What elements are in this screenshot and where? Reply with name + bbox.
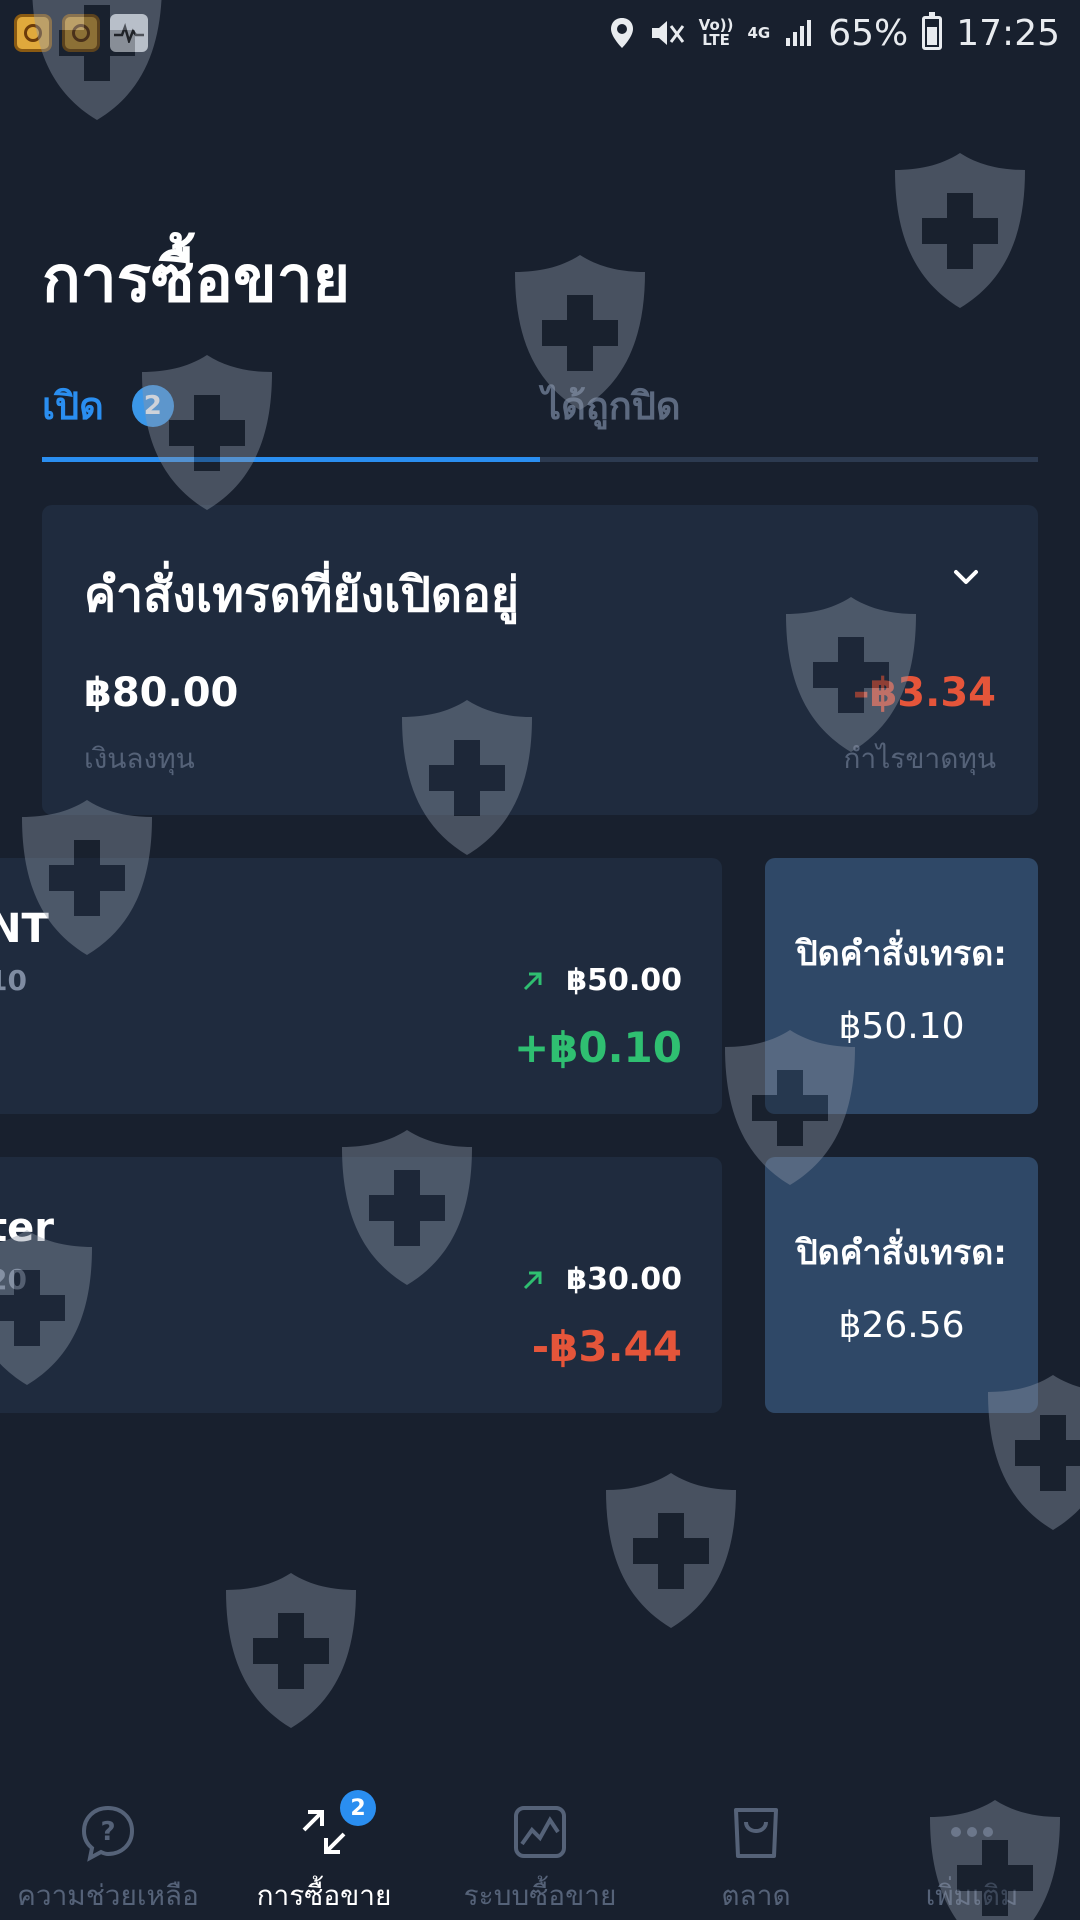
trade-amount: ฿30.00 — [566, 1262, 682, 1297]
trade-amount-row: ฿30.00 — [522, 1262, 682, 1297]
network-type: 4G — [747, 23, 771, 42]
tab-open[interactable]: เปิด 2 — [42, 375, 174, 436]
trade-asset-name: ter — [0, 1205, 54, 1251]
nav-item-more[interactable]: เพิ่มเติม — [864, 1780, 1080, 1920]
nav-item-trading[interactable]: 2 การซื้อขาย — [216, 1780, 432, 1920]
trade-amount-row: ฿50.00 — [522, 963, 682, 998]
volte-indicator: Vo)) LTE — [698, 16, 734, 49]
nav-item-trading-system[interactable]: ระบบซื้อขาย — [432, 1780, 648, 1920]
tab-active-indicator — [42, 457, 540, 462]
nav-item-help[interactable]: ? ความช่วยเหลือ — [0, 1780, 216, 1920]
help-icon: ? — [76, 1800, 140, 1864]
signal-icon — [786, 20, 812, 46]
trade-profit-loss: -฿3.44 — [531, 1322, 682, 1371]
close-trade-value: ฿26.56 — [838, 1304, 965, 1346]
location-icon — [610, 18, 633, 48]
arrow-up-right-icon — [524, 972, 542, 990]
trading-arrows-icon: 2 — [292, 1790, 376, 1864]
nav-label-trading: การซื้อขาย — [256, 1879, 392, 1912]
summary-title: คำสั่งเทรดที่ยังเปิดอยู่ — [84, 567, 519, 623]
close-trade-label: ปิดคำสั่งเทรด: — [796, 1232, 1007, 1273]
page-title: การซื้อขาย — [42, 243, 351, 317]
clock: 17:25 — [956, 12, 1060, 54]
status-bar: Vo)) LTE 4G 65% 17:25 — [0, 0, 1080, 66]
trade-profit-loss: +฿0.10 — [513, 1023, 682, 1072]
nav-item-market[interactable]: ตลาด — [648, 1780, 864, 1920]
app-notification-icon — [14, 14, 52, 52]
svg-text:?: ? — [100, 1817, 115, 1847]
shield-watermark-icon — [226, 1573, 356, 1728]
trade-asset-sub: 20 — [0, 1263, 27, 1296]
trade-card[interactable]: NT 10 ฿50.00 +฿0.10 — [0, 858, 722, 1114]
investment-label: เงินลงทุน — [84, 742, 195, 775]
notification-icons — [14, 14, 148, 52]
nav-trading-badge: 2 — [340, 1790, 376, 1826]
trade-amount: ฿50.00 — [566, 963, 682, 998]
mute-icon — [651, 21, 684, 45]
trade-asset-sub: 10 — [0, 964, 27, 997]
arrow-up-right-icon — [524, 1271, 542, 1289]
trade-asset-name: NT — [0, 906, 49, 952]
profit-loss-value: -฿3.34 — [852, 670, 996, 716]
shield-watermark-icon — [895, 153, 1025, 308]
tab-open-count-badge: 2 — [131, 384, 174, 427]
trade-tabs: เปิด 2 ได้ถูกปิด — [42, 375, 1038, 465]
battery-percent: 65% — [828, 12, 909, 54]
trade-card[interactable]: ter 20 ฿30.00 -฿3.44 — [0, 1157, 722, 1413]
profit-loss-label: กำไรขาดทุน — [843, 742, 996, 775]
tab-closed[interactable]: ได้ถูกปิด — [542, 375, 681, 436]
close-trade-label: ปิดคำสั่งเทรด: — [796, 933, 1007, 974]
tab-open-label: เปิด — [42, 384, 104, 428]
app-notification-icon — [62, 14, 100, 52]
more-dots-icon — [940, 1800, 1004, 1864]
chevron-down-icon[interactable] — [946, 557, 986, 597]
activity-icon — [110, 14, 148, 52]
close-trade-button[interactable]: ปิดคำสั่งเทรด: ฿50.10 — [765, 858, 1038, 1114]
investment-value: ฿80.00 — [84, 670, 239, 716]
shopping-bag-icon — [724, 1800, 788, 1864]
open-trades-summary-card[interactable]: คำสั่งเทรดที่ยังเปิดอยู่ ฿80.00 เงินลงทุ… — [42, 505, 1038, 815]
nav-label-more: เพิ่มเติม — [925, 1879, 1019, 1912]
chart-icon — [508, 1800, 572, 1864]
close-trade-button[interactable]: ปิดคำสั่งเทรด: ฿26.56 — [765, 1157, 1038, 1413]
nav-label-help: ความช่วยเหลือ — [17, 1879, 199, 1912]
nav-label-market: ตลาด — [721, 1879, 791, 1912]
nav-label-trading-system: ระบบซื้อขาย — [463, 1879, 617, 1912]
system-status: Vo)) LTE 4G 65% 17:25 — [609, 12, 1060, 54]
bottom-navigation: ? ความช่วยเหลือ 2 การซื้อขาย ระบบซื้อขาย… — [0, 1780, 1080, 1920]
shield-watermark-icon — [606, 1473, 736, 1628]
battery-icon — [922, 12, 943, 50]
close-trade-value: ฿50.10 — [838, 1005, 965, 1047]
